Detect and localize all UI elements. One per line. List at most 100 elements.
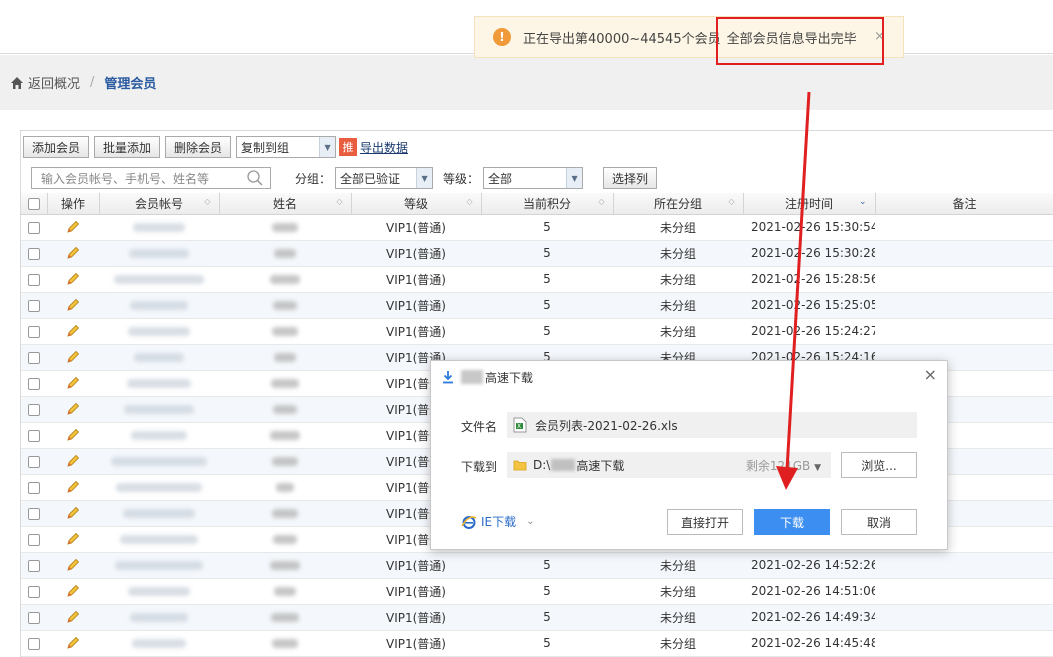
sort-icon[interactable]: ◇ [336, 197, 342, 206]
copy-to-group-select[interactable]: 复制到组 ▼ [236, 136, 337, 158]
dialog-title: 高速下载 [441, 367, 533, 387]
account-cell-redacted [99, 500, 219, 527]
row-checkbox[interactable] [28, 533, 40, 546]
points-cell: 5 [481, 630, 613, 657]
table-row[interactable]: VIP1(普通) 5 未分组 2021-02-26 15:25:05 [21, 292, 1053, 319]
row-checkbox[interactable] [28, 299, 40, 312]
level-cell: VIP1(普通) [351, 266, 481, 293]
filename-field[interactable]: X 会员列表-2021-02-26.xls [507, 412, 917, 438]
row-checkbox[interactable] [28, 377, 40, 390]
register-time-cell: 2021-02-26 15:30:28 [743, 240, 875, 267]
home-icon[interactable] [10, 76, 24, 90]
chevron-down-icon[interactable]: ⌄ [526, 516, 534, 527]
table-row[interactable]: VIP1(普通) 5 未分组 2021-02-26 14:52:26 [21, 552, 1053, 579]
edit-icon[interactable] [66, 506, 80, 520]
column-header[interactable]: 所在分组 ◇ [613, 193, 744, 215]
edit-icon[interactable] [66, 376, 80, 390]
row-select-cell [21, 474, 47, 501]
back-to-overview-link[interactable]: 返回概况 [28, 73, 80, 92]
search-input[interactable]: 输入会员帐号、手机号、姓名等 [31, 167, 271, 189]
export-data-link[interactable]: 导出数据 [360, 139, 408, 156]
edit-icon[interactable] [66, 220, 80, 234]
note-cell [875, 604, 1053, 631]
group-filter-select[interactable]: 全部已验证 ▼ [335, 167, 434, 189]
sort-icon[interactable]: ◇ [598, 197, 604, 206]
edit-icon[interactable] [66, 636, 80, 650]
add-member-button[interactable]: 添加会员 [23, 136, 90, 158]
edit-icon[interactable] [66, 480, 80, 494]
column-header[interactable]: 当前积分 ◇ [481, 193, 614, 215]
table-row[interactable]: VIP1(普通) 5 未分组 2021-02-26 14:51:06 [21, 578, 1053, 605]
sort-icon[interactable]: ◇ [728, 197, 734, 206]
edit-icon[interactable] [66, 298, 80, 312]
select-columns-button[interactable]: 选择列 [603, 167, 658, 189]
copy-to-group-value: 复制到组 [241, 140, 290, 155]
note-cell [875, 240, 1053, 267]
table-row[interactable]: VIP1(普通) 5 未分组 2021-02-26 15:30:28 [21, 240, 1053, 267]
ie-download-option[interactable]: IE下载 ⌄ [461, 513, 535, 530]
table-row[interactable]: VIP1(普通) 5 未分组 2021-02-26 14:49:34 [21, 604, 1053, 631]
recommend-badge: 推 [339, 138, 358, 156]
row-checkbox[interactable] [28, 221, 40, 234]
edit-icon[interactable] [66, 272, 80, 286]
cancel-button[interactable]: 取消 [841, 509, 917, 535]
name-cell-redacted [219, 344, 351, 371]
row-checkbox[interactable] [28, 429, 40, 442]
table-row[interactable]: VIP1(普通) 5 未分组 2021-02-26 15:28:56 [21, 266, 1053, 293]
account-cell-redacted [99, 630, 219, 657]
save-path-select[interactable]: D:\ 高速下载 剩余121GB ▼ [507, 452, 831, 478]
close-icon[interactable]: × [924, 365, 937, 384]
search-icon[interactable] [246, 169, 264, 187]
edit-icon[interactable] [66, 402, 80, 416]
sort-desc-icon[interactable]: ⌄ [859, 197, 867, 207]
edit-icon[interactable] [66, 532, 80, 546]
group-filter-label: 分组： [295, 171, 332, 186]
search-placeholder: 输入会员帐号、手机号、姓名等 [41, 171, 210, 186]
edit-icon[interactable] [66, 584, 80, 598]
edit-icon[interactable] [66, 246, 80, 260]
level-filter-select[interactable]: 全部 ▼ [483, 167, 584, 189]
row-select-cell [21, 422, 47, 449]
table-row[interactable]: VIP1(普通) 5 未分组 2021-02-26 15:30:54 [21, 214, 1053, 241]
row-checkbox[interactable] [28, 611, 40, 624]
table-row[interactable]: VIP1(普通) 5 未分组 2021-02-26 14:45:48 [21, 630, 1053, 657]
edit-icon[interactable] [66, 558, 80, 572]
column-header[interactable]: 姓名 ◇ [219, 193, 352, 215]
edit-cell [47, 526, 99, 553]
row-checkbox[interactable] [28, 507, 40, 520]
column-header[interactable]: 等级 ◇ [351, 193, 482, 215]
row-select-cell [21, 318, 47, 345]
row-checkbox[interactable] [28, 273, 40, 286]
row-checkbox[interactable] [28, 403, 40, 416]
browse-button[interactable]: 浏览... [841, 452, 917, 478]
sort-icon[interactable]: ◇ [466, 197, 472, 206]
edit-icon[interactable] [66, 324, 80, 338]
edit-cell [47, 318, 99, 345]
table-row[interactable]: VIP1(普通) 5 未分组 2021-02-26 15:24:27 [21, 318, 1053, 345]
edit-icon[interactable] [66, 610, 80, 624]
row-checkbox[interactable] [28, 585, 40, 598]
row-checkbox[interactable] [28, 481, 40, 494]
row-checkbox[interactable] [28, 247, 40, 260]
edit-icon[interactable] [66, 350, 80, 364]
row-checkbox[interactable] [28, 637, 40, 650]
row-checkbox[interactable] [28, 455, 40, 468]
column-header[interactable]: 会员帐号 ◇ [99, 193, 220, 215]
edit-icon[interactable] [66, 428, 80, 442]
batch-add-button[interactable]: 批量添加 [94, 136, 161, 158]
sort-icon[interactable]: ◇ [204, 197, 210, 206]
name-cell-redacted [219, 266, 351, 293]
edit-cell [47, 630, 99, 657]
delete-member-button[interactable]: 删除会员 [165, 136, 232, 158]
download-button[interactable]: 下载 [754, 509, 830, 535]
level-cell: VIP1(普通) [351, 552, 481, 579]
row-checkbox[interactable] [28, 559, 40, 572]
column-header[interactable]: 注册时间 ⌄ [743, 193, 876, 215]
edit-icon[interactable] [66, 454, 80, 468]
group-cell: 未分组 [613, 266, 743, 293]
open-directly-button[interactable]: 直接打开 [667, 509, 743, 535]
select-all-checkbox[interactable] [27, 197, 40, 210]
row-checkbox[interactable] [28, 325, 40, 338]
note-cell [875, 214, 1053, 241]
row-checkbox[interactable] [28, 351, 40, 364]
